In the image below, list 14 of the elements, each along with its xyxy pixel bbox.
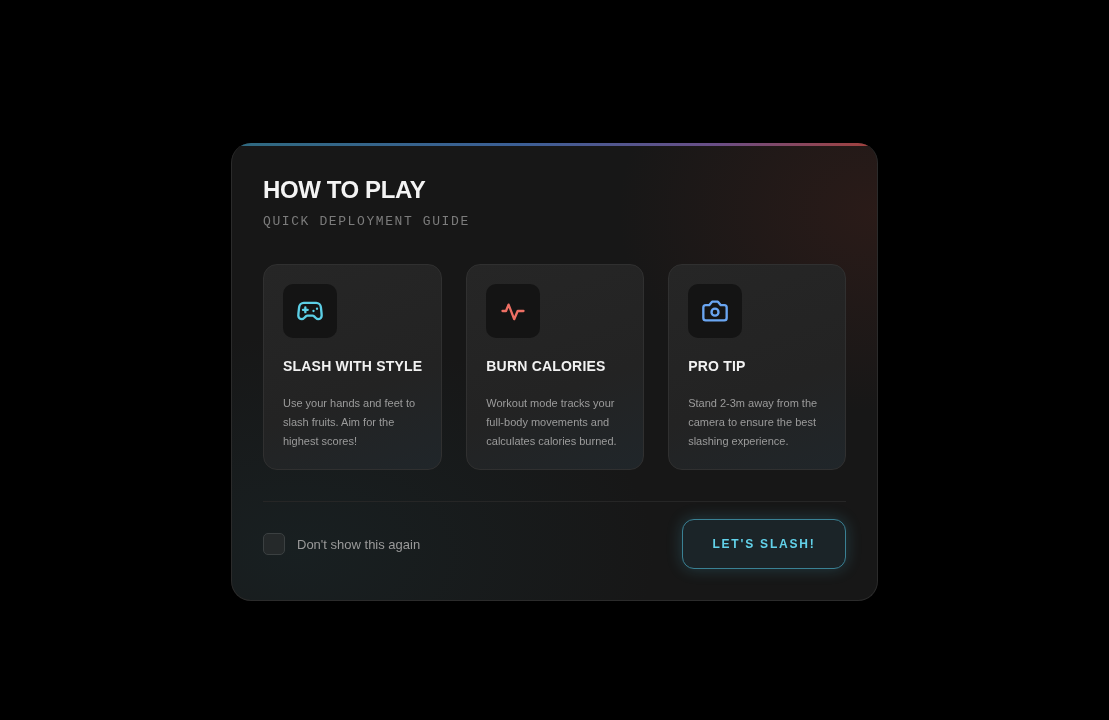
camera-icon xyxy=(688,284,743,338)
card-title: SLASH WITH STYLE xyxy=(283,357,423,376)
card-description: Use your hands and feet to slash fruits. Aim for the highest scores! xyxy=(283,396,417,449)
start-button[interactable]: LET'S SLASH! xyxy=(682,519,846,569)
dialog-subtitle: QUICK DEPLOYMENT GUIDE xyxy=(263,214,471,230)
checkbox-label[interactable]: Don't show this again xyxy=(297,536,421,552)
checkbox[interactable] xyxy=(263,533,285,555)
heartbeat-icon xyxy=(486,284,541,338)
gamepad-icon xyxy=(283,284,337,338)
dialog-title: HOW TO PLAY xyxy=(263,175,427,205)
card-description: Workout mode tracks your full-body movements and calculates calories burned. xyxy=(486,396,618,449)
card-description: Stand 2-3m away from the camera to ensure the best slashing experience. xyxy=(688,396,819,449)
card-title: BURN CALORIES xyxy=(486,357,606,376)
card-title: PRO TIP xyxy=(688,357,746,376)
